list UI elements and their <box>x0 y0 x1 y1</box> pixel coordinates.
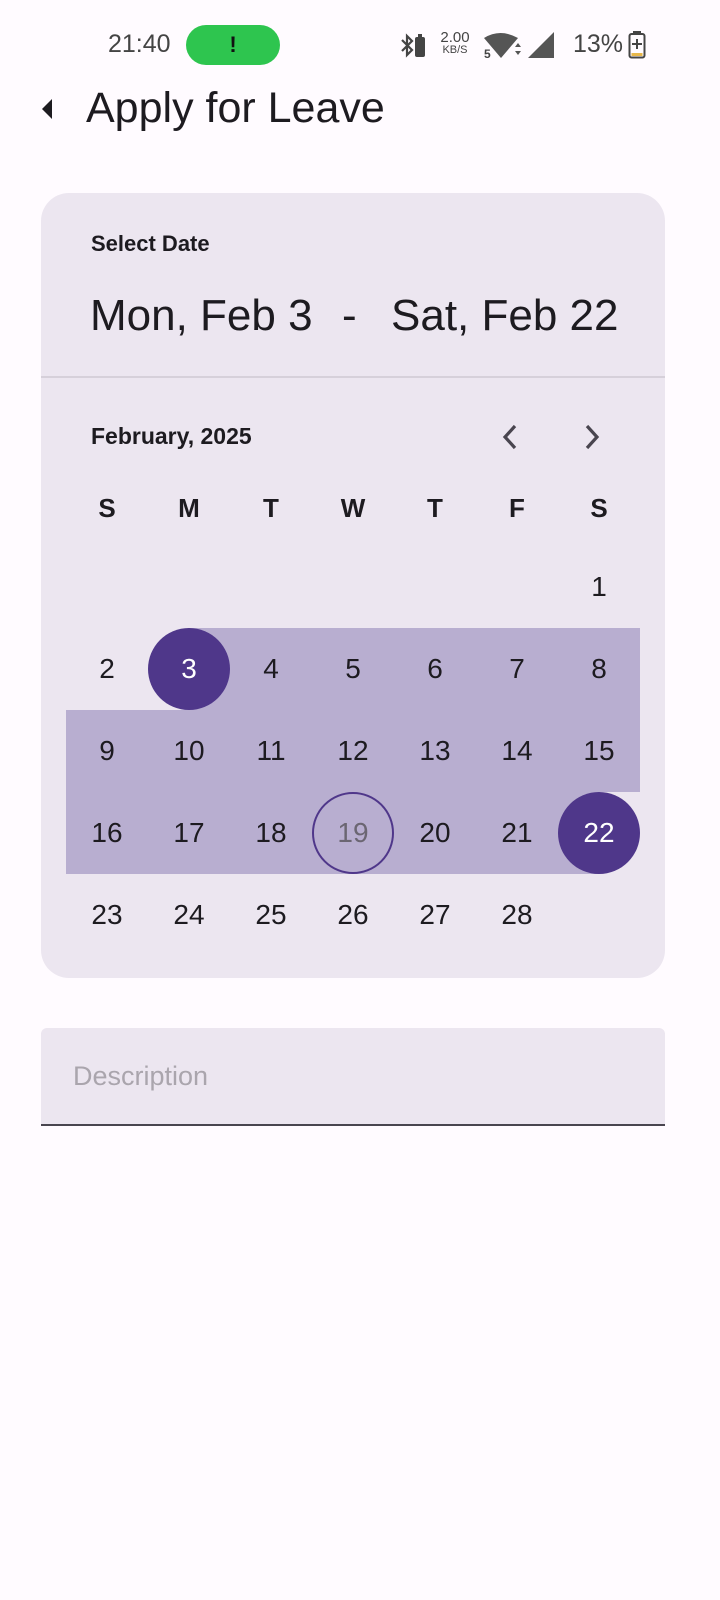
range-separator: - <box>342 291 357 340</box>
day-cell-range-end[interactable]: 22 <box>558 792 640 874</box>
chevron-left-icon <box>502 424 517 450</box>
day-cell[interactable]: 12 <box>312 710 394 792</box>
next-month-button[interactable] <box>569 415 613 459</box>
weekday-label: S <box>98 493 116 523</box>
day-cell[interactable]: 10 <box>148 710 230 792</box>
day-cell[interactable]: 15 <box>558 710 640 792</box>
weekday-label: M <box>178 493 200 523</box>
picker-header-label: Select Date <box>91 231 210 256</box>
range-end-date[interactable]: Sat, Feb 22 <box>391 291 618 341</box>
weekday-label: F <box>509 493 525 523</box>
weekday-label: T <box>263 493 279 523</box>
back-icon[interactable] <box>34 94 64 124</box>
weekday-label: W <box>340 493 366 523</box>
month-year-label[interactable]: February, 2025 <box>91 423 252 450</box>
day-cell[interactable]: 8 <box>558 628 640 710</box>
description-field[interactable]: Description <box>41 1028 665 1126</box>
day-cell[interactable]: 5 <box>312 628 394 710</box>
date-range-picker: Select Date Mon, Feb 3 - Sat, Feb 22 Feb… <box>41 193 665 978</box>
day-cell[interactable]: 11 <box>230 710 312 792</box>
weekday-label: T <box>427 493 443 523</box>
battery-percent: 13% <box>573 30 624 58</box>
svg-text:5: 5 <box>484 47 491 61</box>
net-speed: 2.00 KB/S <box>434 30 476 56</box>
day-cell[interactable]: 14 <box>476 710 558 792</box>
day-cell[interactable]: 1 <box>558 546 640 628</box>
picker-divider <box>41 376 665 378</box>
day-cell-range-start[interactable]: 3 <box>148 628 230 710</box>
day-cell[interactable]: 23 <box>66 874 148 956</box>
chevron-right-icon <box>585 424 600 450</box>
day-cell[interactable]: 17 <box>148 792 230 874</box>
status-pill-icon: ! <box>229 32 237 57</box>
day-cell[interactable]: 16 <box>66 792 148 874</box>
day-cell[interactable]: 18 <box>230 792 312 874</box>
bluetooth-icon <box>401 33 425 58</box>
day-cell[interactable]: 4 <box>230 628 312 710</box>
weekday-header: SMTWTFS <box>66 493 640 533</box>
day-cell[interactable]: 21 <box>476 792 558 874</box>
day-cell[interactable]: 6 <box>394 628 476 710</box>
range-start-date[interactable]: Mon, Feb 3 <box>90 291 313 341</box>
calendar-grid: 1 2 3 4 5 6 7 8 9 10 11 12 13 14 15 16 17 18 19 20 21 22 23 24 2… <box>66 546 640 956</box>
day-cell[interactable]: 20 <box>394 792 476 874</box>
net-speed-unit: KB/S <box>442 44 468 56</box>
day-cell[interactable]: 24 <box>148 874 230 956</box>
battery-icon <box>628 31 646 59</box>
description-placeholder: Description <box>73 1061 209 1091</box>
weekday-label: S <box>590 493 608 523</box>
day-cell[interactable]: 2 <box>66 628 148 710</box>
day-cell[interactable]: 9 <box>66 710 148 792</box>
signal-icon <box>528 32 554 58</box>
day-cell[interactable]: 26 <box>312 874 394 956</box>
day-cell[interactable]: 28 <box>476 874 558 956</box>
net-speed-value: 2.00 <box>440 29 470 46</box>
status-time: 21:40 <box>108 30 171 58</box>
day-cell[interactable]: 7 <box>476 628 558 710</box>
previous-month-button[interactable] <box>489 415 533 459</box>
day-cell[interactable]: 13 <box>394 710 476 792</box>
wifi-icon: 5 <box>484 33 521 61</box>
page-title: Apply for Leave <box>86 84 385 132</box>
day-cell[interactable]: 27 <box>394 874 476 956</box>
day-cell-today[interactable]: 19 <box>312 792 394 874</box>
day-cell[interactable]: 25 <box>230 874 312 956</box>
status-bar: 21:40 ! 2.00 KB/S 5 13% <box>0 0 720 90</box>
status-pill: ! <box>186 25 280 65</box>
